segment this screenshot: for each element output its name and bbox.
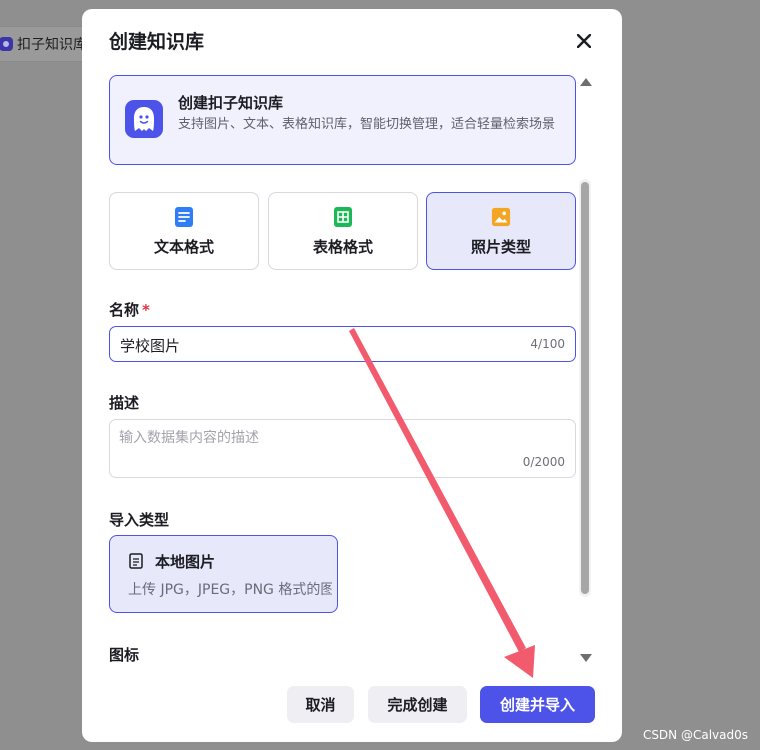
required-mark: * (142, 301, 150, 319)
name-char-count: 4/100 (530, 337, 565, 351)
background-tab-label: 扣子知识库 (17, 37, 87, 53)
kb-card-description: 支持图片、文本、表格知识库，智能切换管理，适合轻量检索场景 (178, 117, 556, 132)
name-label-text: 名称 (109, 301, 140, 319)
scroll-down-icon[interactable] (579, 651, 593, 665)
type-label: 表格格式 (312, 237, 373, 256)
scrollbar-thumb[interactable] (581, 182, 589, 594)
table-icon (334, 206, 352, 227)
name-input[interactable]: 学校图片 4/100 (109, 326, 576, 362)
description-placeholder: 输入数据集内容的描述 (119, 430, 259, 446)
description-input[interactable]: 输入数据集内容的描述 0/2000 (109, 419, 576, 478)
name-field-label: 名称 * (109, 299, 150, 320)
import-option-title: 本地图片 (155, 553, 216, 571)
image-icon (491, 207, 511, 226)
kb-card-title: 创建扣子知识库 (178, 94, 284, 112)
background-tab: 扣子知识库 (0, 26, 94, 62)
dialog-title: 创建知识库 (109, 31, 205, 53)
cancel-button[interactable]: 取消 (287, 686, 354, 723)
icon-field-label: 图标 (109, 646, 140, 664)
import-option-subtitle: 上传 JPG，JPEG，PNG 格式的图片 (128, 582, 332, 598)
type-table-format[interactable]: 表格格式 (268, 192, 418, 270)
watermark: CSDN @Calvad0s (642, 728, 748, 742)
type-text-format[interactable]: 文本格式 (109, 192, 259, 270)
scroll-up-icon[interactable] (579, 75, 593, 89)
close-button[interactable] (572, 29, 596, 53)
name-input-value: 学校图片 (120, 337, 181, 355)
import-type-label: 导入类型 (109, 511, 170, 529)
type-photo[interactable]: 照片类型 (426, 192, 576, 270)
knowledge-base-icon (0, 37, 13, 51)
import-local-images-option[interactable]: 本地图片 上传 JPG，JPEG，PNG 格式的图片 (109, 535, 338, 613)
type-label: 照片类型 (470, 237, 531, 256)
ghost-logo-icon (125, 100, 163, 138)
file-icon (129, 553, 143, 569)
coze-knowledge-base-option[interactable]: 创建扣子知识库 支持图片、文本、表格知识库，智能切换管理，适合轻量检索场景 (109, 75, 576, 165)
close-icon (577, 34, 591, 48)
type-label: 文本格式 (153, 237, 214, 256)
create-and-import-button[interactable]: 创建并导入 (480, 686, 595, 723)
description-char-count: 0/2000 (522, 455, 565, 469)
finish-create-button[interactable]: 完成创建 (368, 686, 467, 723)
create-knowledge-base-dialog: 创建知识库 创建扣子知识库 支持图片、文本、表格知识库，智能切换管理，适合轻量检… (82, 9, 622, 742)
description-field-label: 描述 (109, 394, 140, 412)
document-icon (175, 206, 193, 227)
